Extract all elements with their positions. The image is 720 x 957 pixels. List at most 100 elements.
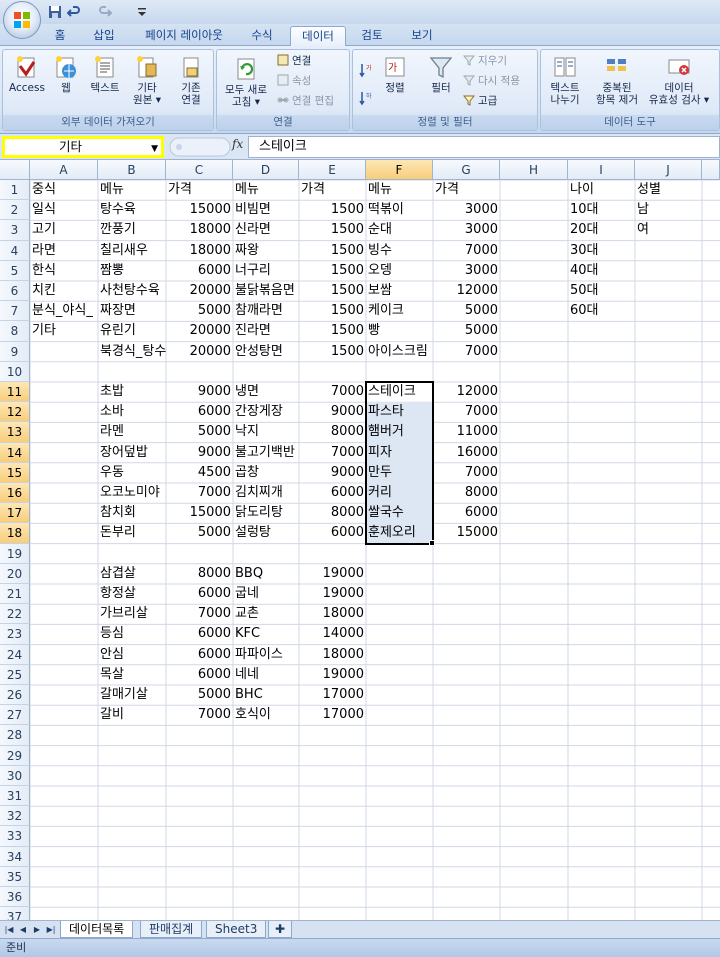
row-header-8[interactable]: 8 <box>0 321 30 342</box>
cell-c20[interactable]: 8000 <box>166 564 233 584</box>
cell-b4[interactable]: 칠리새우 <box>98 241 166 261</box>
cell-e13[interactable]: 8000 <box>299 422 366 442</box>
insert-function-button[interactable]: fx <box>232 137 243 151</box>
cell-c12[interactable]: 6000 <box>166 402 233 422</box>
cell-b1[interactable]: 메뉴 <box>98 180 166 200</box>
cell-c16[interactable]: 7000 <box>166 483 233 503</box>
cell-c24[interactable]: 6000 <box>166 645 233 665</box>
row-header-23[interactable]: 23 <box>0 624 30 645</box>
row-header-1[interactable]: 1 <box>0 180 30 201</box>
cell-e6[interactable]: 1500 <box>299 281 366 301</box>
cell-d14[interactable]: 불고기백반 <box>233 443 299 463</box>
connections-button[interactable]: 연결 <box>277 54 311 68</box>
clear-filter-button[interactable]: 지우기 <box>463 54 507 68</box>
fill-handle[interactable] <box>429 539 435 546</box>
cell-a5[interactable]: 한식 <box>30 261 98 281</box>
cell-g12[interactable]: 7000 <box>433 402 500 422</box>
row-header-19[interactable]: 19 <box>0 543 30 564</box>
cell-e21[interactable]: 19000 <box>299 584 366 604</box>
row-header-2[interactable]: 2 <box>0 200 30 221</box>
cell-d2[interactable]: 비빔면 <box>233 200 299 220</box>
cell-g7[interactable]: 5000 <box>433 301 500 321</box>
text-import-button[interactable]: 텍스트 <box>85 54 125 94</box>
column-header-e[interactable]: E <box>299 160 366 180</box>
cell-j2[interactable]: 남 <box>635 200 702 220</box>
column-header-j[interactable]: J <box>635 160 702 180</box>
remove-duplicates-button[interactable]: 중복된 항목 제거 <box>589 54 645 106</box>
row-header-7[interactable]: 7 <box>0 301 30 322</box>
cell-d5[interactable]: 너구리 <box>233 261 299 281</box>
cell-g18[interactable]: 15000 <box>433 523 500 543</box>
cell-d13[interactable]: 낙지 <box>233 422 299 442</box>
cell-i6[interactable]: 50대 <box>568 281 635 301</box>
cell-d17[interactable]: 닭도리탕 <box>233 503 299 523</box>
cell-f4[interactable]: 빙수 <box>366 241 433 261</box>
cell-b18[interactable]: 돈부리 <box>98 523 166 543</box>
refresh-all-button[interactable]: 모두 새로 고침 ▾ <box>219 56 273 108</box>
cell-e8[interactable]: 1500 <box>299 321 366 341</box>
cell-d25[interactable]: 네네 <box>233 665 299 685</box>
cell-g11[interactable]: 12000 <box>433 382 500 402</box>
cell-d20[interactable]: BBQ <box>233 564 299 584</box>
cell-b24[interactable]: 안심 <box>98 645 166 665</box>
tab-insert[interactable]: 삽입 <box>86 26 122 46</box>
cell-a4[interactable]: 라면 <box>30 241 98 261</box>
cell-g8[interactable]: 5000 <box>433 321 500 341</box>
cell-e12[interactable]: 9000 <box>299 402 366 422</box>
row-header-26[interactable]: 26 <box>0 685 30 706</box>
cell-b3[interactable]: 깐풍기 <box>98 220 166 240</box>
cell-f9[interactable]: 아이스크림 <box>366 342 433 362</box>
cell-d23[interactable]: KFC <box>233 624 299 644</box>
tab-home[interactable]: 홈 <box>46 26 74 46</box>
cell-d1[interactable]: 메뉴 <box>233 180 299 200</box>
cell-b26[interactable]: 갈매기살 <box>98 685 166 705</box>
cell-f13[interactable]: 햄버거 <box>366 422 433 443</box>
column-header-i[interactable]: I <box>568 160 635 180</box>
cell-e2[interactable]: 1500 <box>299 200 366 220</box>
row-header-24[interactable]: 24 <box>0 644 30 665</box>
cell-b23[interactable]: 등심 <box>98 624 166 644</box>
cell-b6[interactable]: 사천탕수육 <box>98 281 166 301</box>
cell-i5[interactable]: 40대 <box>568 261 635 281</box>
cell-j1[interactable]: 성별 <box>635 180 702 200</box>
column-header-d[interactable]: D <box>233 160 299 180</box>
cell-f17[interactable]: 쌀국수 <box>366 503 433 524</box>
row-header-25[interactable]: 25 <box>0 664 30 685</box>
cell-g15[interactable]: 7000 <box>433 463 500 483</box>
row-header-28[interactable]: 28 <box>0 725 30 746</box>
advanced-filter-button[interactable]: 고급 <box>463 94 497 108</box>
cell-a7[interactable]: 분식_야식_ <box>30 301 98 321</box>
edit-links-button[interactable]: 연결 편집 <box>277 94 334 108</box>
cell-c26[interactable]: 5000 <box>166 685 233 705</box>
properties-button[interactable]: 속성 <box>277 74 311 88</box>
office-button[interactable] <box>3 1 41 39</box>
column-header-c[interactable]: C <box>166 160 233 180</box>
row-header-20[interactable]: 20 <box>0 563 30 584</box>
name-box[interactable]: 기타 ▼ <box>2 136 164 158</box>
row-header-4[interactable]: 4 <box>0 240 30 261</box>
cell-d16[interactable]: 김치찌개 <box>233 483 299 503</box>
filter-button[interactable]: 필터 <box>423 54 459 94</box>
first-sheet-icon[interactable]: |◀ <box>4 924 14 936</box>
cell-g3[interactable]: 3000 <box>433 220 500 240</box>
cell-e26[interactable]: 17000 <box>299 685 366 705</box>
cell-g2[interactable]: 3000 <box>433 200 500 220</box>
cell-e17[interactable]: 8000 <box>299 503 366 523</box>
cell-b27[interactable]: 갈비 <box>98 705 166 725</box>
row-header-33[interactable]: 33 <box>0 826 30 847</box>
cell-c25[interactable]: 6000 <box>166 665 233 685</box>
cell-c4[interactable]: 18000 <box>166 241 233 261</box>
column-header-b[interactable]: B <box>98 160 166 180</box>
cell-e18[interactable]: 6000 <box>299 523 366 543</box>
cell-j3[interactable]: 여 <box>635 220 702 240</box>
cell-b12[interactable]: 소바 <box>98 402 166 422</box>
cell-b20[interactable]: 삼겹살 <box>98 564 166 584</box>
row-header-16[interactable]: 16 <box>0 483 30 504</box>
row-header-15[interactable]: 15 <box>0 462 30 483</box>
row-header-10[interactable]: 10 <box>0 361 30 382</box>
cell-c5[interactable]: 6000 <box>166 261 233 281</box>
cell-g16[interactable]: 8000 <box>433 483 500 503</box>
cell-c13[interactable]: 5000 <box>166 422 233 442</box>
cell-f18[interactable]: 훈제오리 <box>366 523 433 544</box>
cell-c1[interactable]: 가격 <box>166 180 233 200</box>
